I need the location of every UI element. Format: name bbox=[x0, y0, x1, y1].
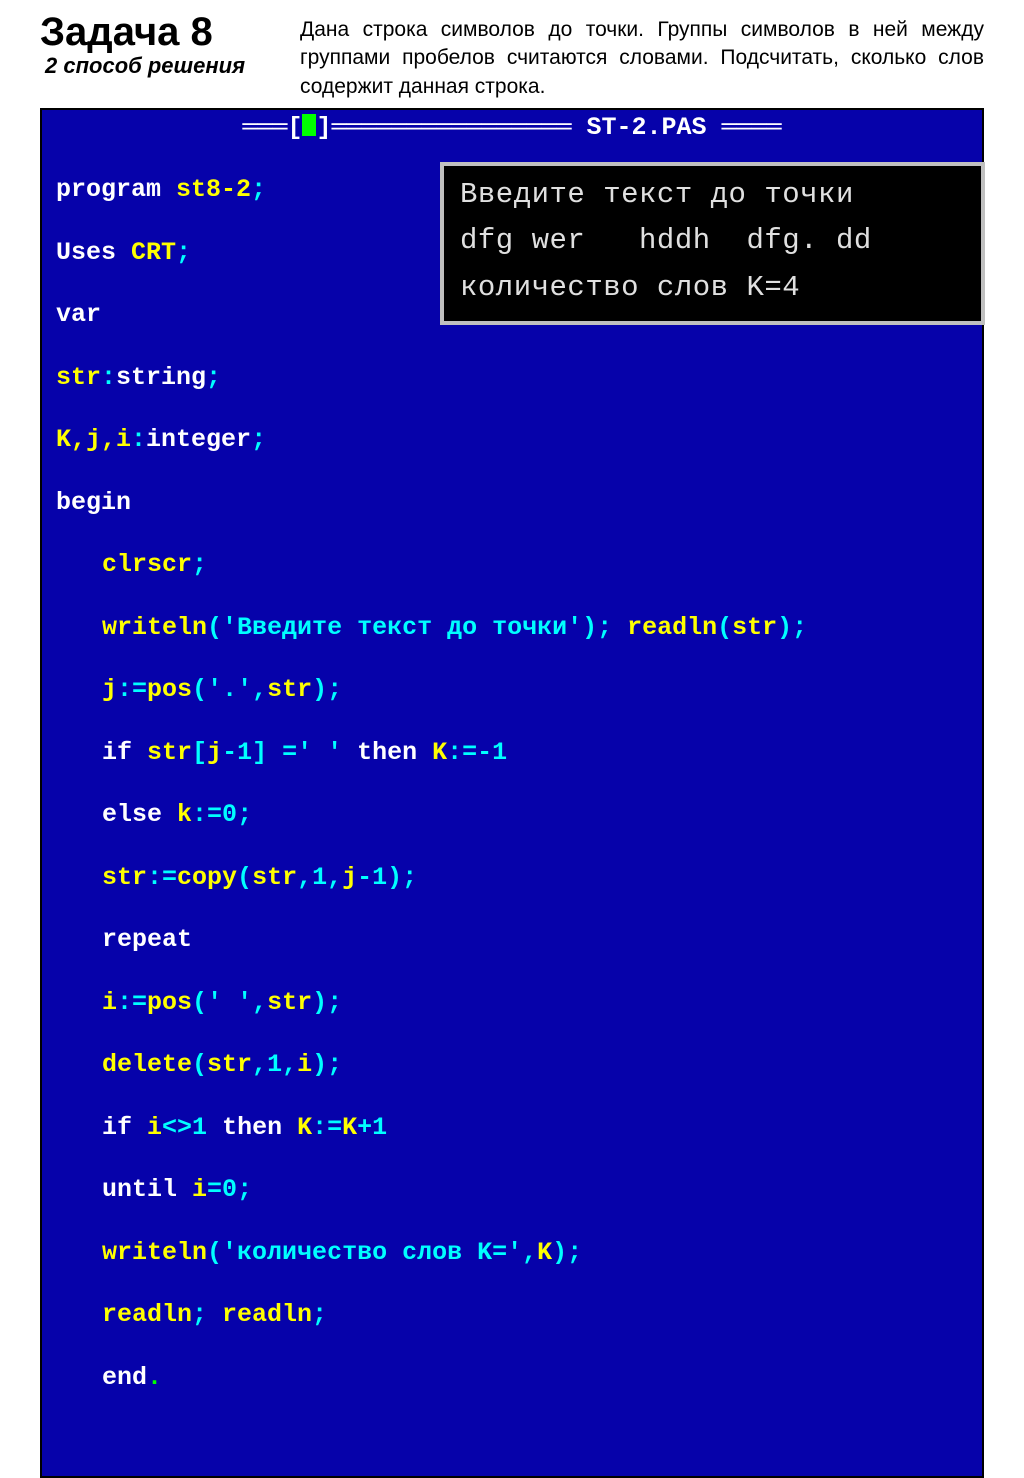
kw-begin: begin bbox=[56, 488, 131, 517]
kw-var: var bbox=[56, 300, 101, 329]
ide-titlebar: ═══[]════════════════ ST-2.PAS ════ bbox=[42, 110, 982, 143]
kw-until: until bbox=[102, 1175, 192, 1204]
task-title: Задача 8 bbox=[40, 10, 280, 55]
kw-repeat: repeat bbox=[102, 925, 192, 954]
code-area: program st8-2; Uses CRT; var str:string;… bbox=[42, 143, 982, 1456]
ide-filename: ST-2.PAS bbox=[587, 113, 707, 142]
task-subtitle: 2 способ решения bbox=[45, 53, 280, 79]
kw-end: end bbox=[102, 1363, 147, 1392]
output-line-3: количество слов K=4 bbox=[460, 265, 965, 311]
cursor-icon bbox=[302, 114, 316, 136]
title-block: Задача 8 2 способ решения bbox=[40, 10, 280, 79]
output-line-1: Введите текст до точки bbox=[460, 172, 965, 218]
header: Задача 8 2 способ решения Дана строка си… bbox=[0, 0, 1024, 106]
kw-program: program bbox=[56, 175, 161, 204]
task-description: Дана строка символов до точки. Группы си… bbox=[300, 10, 984, 101]
kw-uses: Uses bbox=[56, 238, 116, 267]
ide-frame: ═══[]════════════════ ST-2.PAS ════ prog… bbox=[40, 108, 984, 1478]
output-console: Введите текст до точки dfg wer hddh dfg.… bbox=[440, 162, 985, 325]
output-line-2: dfg wer hddh dfg. dd bbox=[460, 218, 965, 264]
ide-window: ═══[]════════════════ ST-2.PAS ════ prog… bbox=[42, 110, 982, 1476]
